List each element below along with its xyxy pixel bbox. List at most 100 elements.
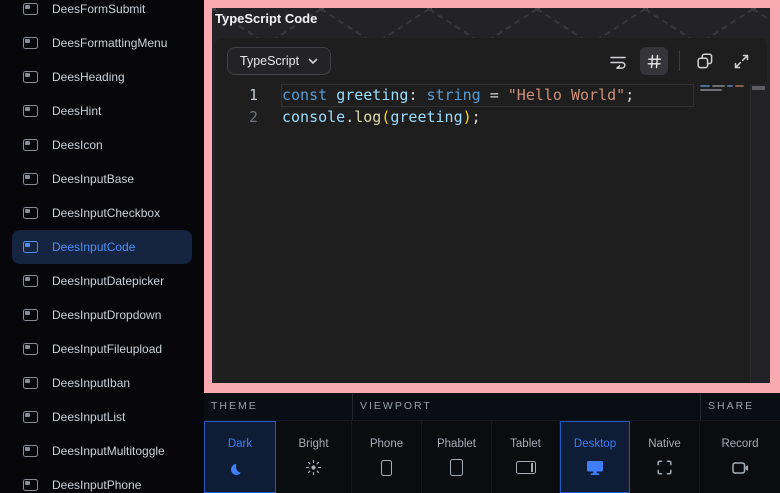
code-line-1: 1 const greeting: string = "Hello World"… <box>215 84 767 106</box>
pattern-decoration <box>643 8 648 11</box>
sidebar-item-label: DeesFormattingMenu <box>52 36 167 50</box>
component-icon <box>23 309 38 321</box>
component-icon <box>23 207 38 219</box>
minimap[interactable] <box>700 85 746 93</box>
code-line-2: 2 console.log(greeting); <box>215 106 767 128</box>
component-icon <box>23 139 38 151</box>
sidebar-item-deesinputbase[interactable]: DeesInputBase <box>12 162 192 196</box>
sidebar-item-deesinputphone[interactable]: DeesInputPhone <box>12 468 192 493</box>
editor-actions <box>604 47 755 75</box>
pattern-decoration <box>319 8 324 11</box>
moon-icon <box>233 459 247 477</box>
properties-bar-buttons: Dark Bright Phone Phablet Tablet <box>204 421 780 493</box>
scrollbar-thumb[interactable] <box>752 86 765 90</box>
sidebar-item-deesinputfileupload[interactable]: DeesInputFileupload <box>12 332 192 366</box>
native-icon <box>657 459 672 477</box>
sidebar-item-label: DeesHeading <box>52 70 125 84</box>
component-icon <box>23 377 38 389</box>
sidebar-item-label: DeesInputBase <box>52 172 134 186</box>
component-icon <box>23 173 38 185</box>
sidebar-item-label: DeesInputPhone <box>52 478 141 492</box>
viewport-tablet-button[interactable]: Tablet <box>492 421 560 493</box>
component-icon <box>23 37 38 49</box>
code-area[interactable]: 1 const greeting: string = "Hello World"… <box>215 84 767 128</box>
sidebar-item-label: DeesInputIban <box>52 376 130 390</box>
pattern-decoration <box>751 8 756 11</box>
sidebar-item-label: DeesInputDatepicker <box>52 274 164 288</box>
component-icon <box>23 241 38 253</box>
section-theme-header: THEME <box>204 393 352 420</box>
desktop-icon <box>586 459 604 477</box>
component-icon <box>23 445 38 457</box>
section-share-header: SHARE <box>700 393 780 420</box>
theme-dark-button[interactable]: Dark <box>204 421 276 493</box>
tablet-icon <box>516 459 536 477</box>
theme-bright-button[interactable]: Bright <box>276 421 352 493</box>
viewport-phone-button[interactable]: Phone <box>352 421 422 493</box>
phablet-icon <box>450 459 463 477</box>
toolbar-divider <box>679 51 680 71</box>
pattern-decoration <box>535 8 540 11</box>
sidebar-item-deesinputdatepicker[interactable]: DeesInputDatepicker <box>12 264 192 298</box>
sidebar-item-deesinputlist[interactable]: DeesInputList <box>12 400 192 434</box>
viewport-native-button[interactable]: Native <box>630 421 700 493</box>
expand-icon[interactable] <box>727 47 755 75</box>
component-icon <box>23 479 38 491</box>
sidebar-item-label: DeesInputDropdown <box>52 308 161 322</box>
sidebar-item-label: DeesInputMultitoggle <box>52 444 165 458</box>
sidebar-item-label: DeesHint <box>52 104 101 118</box>
properties-bar-header: THEME VIEWPORT SHARE <box>204 393 780 421</box>
sidebar-item-deesinputcheckbox[interactable]: DeesInputCheckbox <box>12 196 192 230</box>
sidebar-item-deesformattingmenu[interactable]: DeesFormattingMenu <box>12 26 192 60</box>
viewport-phablet-button[interactable]: Phablet <box>422 421 492 493</box>
sidebar-item-deesinputcode[interactable]: DeesInputCode <box>12 230 192 264</box>
properties-bar: THEME VIEWPORT SHARE Dark Bright Phone P… <box>204 393 780 493</box>
section-viewport-header: VIEWPORT <box>352 393 700 420</box>
sidebar-item-label: DeesFormSubmit <box>52 2 145 16</box>
copy-icon[interactable] <box>691 47 719 75</box>
sidebar-item-deesinputmultitoggle[interactable]: DeesInputMultitoggle <box>12 434 192 468</box>
chevron-down-icon <box>308 58 318 65</box>
phone-icon <box>381 459 392 477</box>
sidebar-item-deesheading[interactable]: DeesHeading <box>12 60 192 94</box>
word-wrap-icon[interactable] <box>604 47 632 75</box>
demo-canvas: TypeScript Code TypeScript <box>212 8 770 383</box>
component-icon <box>23 3 38 15</box>
sun-icon <box>305 459 322 477</box>
sidebar-item-label: DeesInputCheckbox <box>52 206 160 220</box>
sidebar-item-label: DeesIcon <box>52 138 103 152</box>
editor-toolbar: TypeScript <box>215 38 767 84</box>
component-icon <box>23 411 38 423</box>
sidebar-item-label: DeesInputCode <box>52 240 135 254</box>
demo-title: TypeScript Code <box>215 11 317 26</box>
viewport-desktop-button[interactable]: Desktop <box>560 421 630 493</box>
pattern-decoration <box>427 8 432 11</box>
app-window: DeesFormSubmit DeesFormattingMenu DeesHe… <box>0 0 780 493</box>
code-line-content: const greeting: string = "Hello World"; <box>258 84 634 106</box>
sidebar-item-label: DeesInputFileupload <box>52 342 162 356</box>
demo-stage-frame: TypeScript Code TypeScript <box>204 0 780 393</box>
sidebar-item-label: DeesInputList <box>52 410 125 424</box>
component-icon <box>23 71 38 83</box>
sidebar-item-deesicon[interactable]: DeesIcon <box>12 128 192 162</box>
sidebar-item-deeshint[interactable]: DeesHint <box>12 94 192 128</box>
language-select-value: TypeScript <box>240 54 299 68</box>
sidebar-item-deesinputdropdown[interactable]: DeesInputDropdown <box>12 298 192 332</box>
component-icon <box>23 343 38 355</box>
code-line-content: console.log(greeting); <box>258 106 481 128</box>
editor-scrollbar[interactable] <box>750 84 767 383</box>
language-select[interactable]: TypeScript <box>227 47 331 75</box>
minimap-line <box>700 89 746 91</box>
share-record-button[interactable]: Record <box>700 421 780 493</box>
sidebar-item-deesformsubmit[interactable]: DeesFormSubmit <box>12 0 192 26</box>
line-numbers-icon[interactable] <box>640 47 668 75</box>
record-icon <box>732 459 749 477</box>
component-list: DeesFormSubmit DeesFormattingMenu DeesHe… <box>0 0 204 493</box>
line-number: 1 <box>215 84 258 106</box>
component-sidebar: DeesFormSubmit DeesFormattingMenu DeesHe… <box>0 0 204 493</box>
code-editor[interactable]: TypeScript <box>215 38 767 383</box>
sidebar-item-deesinputiban[interactable]: DeesInputIban <box>12 366 192 400</box>
component-icon <box>23 275 38 287</box>
minimap-line <box>700 85 746 87</box>
component-icon <box>23 105 38 117</box>
